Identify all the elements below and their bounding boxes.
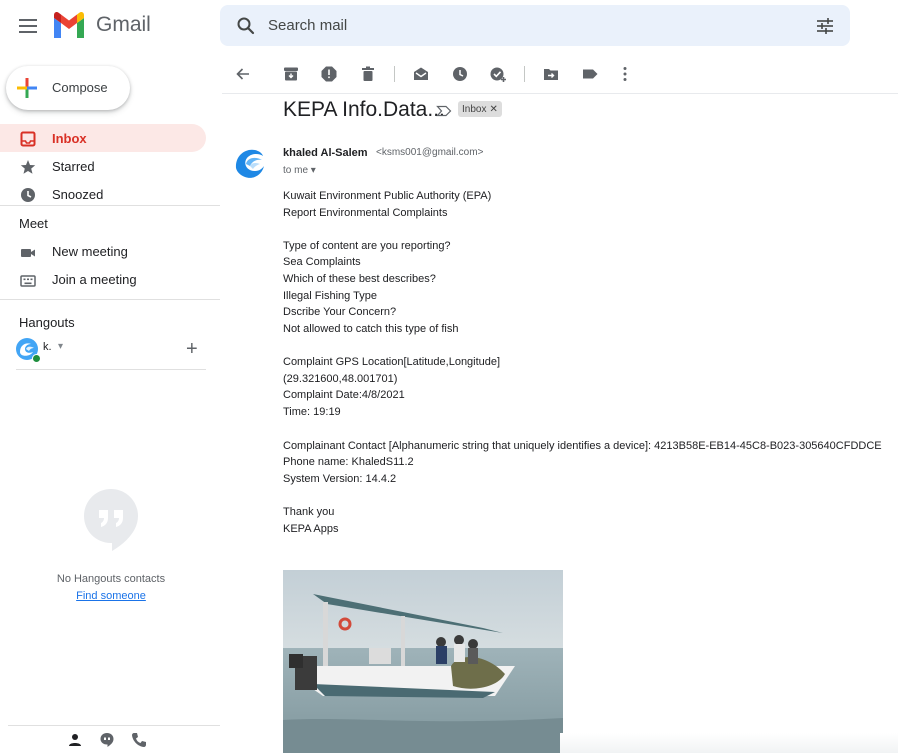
label-chip-text: Inbox [462, 103, 487, 115]
clock-icon [20, 187, 36, 203]
body-line: Which of these best describes? [283, 273, 436, 285]
hangouts-user-name: k. [43, 341, 52, 353]
video-camera-icon [20, 245, 36, 261]
report-spam-icon[interactable] [320, 65, 338, 83]
sidebar-divider [0, 299, 220, 300]
back-arrow-icon[interactable] [234, 65, 252, 83]
more-vert-icon[interactable] [616, 65, 634, 83]
phone-icon[interactable] [130, 731, 148, 749]
top-header: Gmail [0, 0, 898, 54]
keyboard-icon [20, 273, 36, 289]
compose-label: Compose [52, 80, 108, 95]
chevron-down-icon[interactable]: ▾ [58, 341, 63, 352]
body-line: Complainant Contact [Alphanumeric string… [283, 440, 882, 452]
add-task-icon[interactable] [489, 65, 507, 83]
mark-unread-icon[interactable] [412, 65, 430, 83]
body-line: Illegal Fishing Type [283, 290, 377, 302]
archive-icon[interactable] [282, 65, 300, 83]
toolbar-divider [524, 66, 525, 82]
body-line: Complaint GPS Location[Latitude,Longitud… [283, 356, 501, 368]
delete-icon[interactable] [359, 65, 377, 83]
no-hangouts-contacts-text: No Hangouts contacts [56, 573, 166, 585]
body-line: KEPA Apps [283, 523, 339, 535]
search-options-icon[interactable] [816, 17, 834, 35]
sender-email: <ksms001@gmail.com> [376, 147, 484, 158]
hangouts-chat-icon[interactable] [98, 731, 116, 749]
join-meeting-item[interactable]: Join a meeting [0, 266, 206, 294]
sidebar-item-inbox[interactable]: Inbox [0, 124, 206, 152]
body-line: Time: 19:19 [283, 406, 341, 418]
body-line: Kuwait Environment Public Authority (EPA… [283, 190, 492, 202]
sidebar-divider [8, 725, 220, 726]
new-meeting-item[interactable]: New meeting [0, 238, 206, 266]
search-bar[interactable] [220, 5, 850, 46]
sender-name: khaled Al-Salem [283, 147, 368, 159]
app-name: Gmail [96, 13, 151, 36]
snooze-icon[interactable] [451, 65, 469, 83]
hangouts-section-title: Hangouts [19, 315, 75, 330]
search-icon[interactable] [236, 16, 256, 36]
find-someone-link[interactable]: Find someone [0, 590, 222, 602]
message-subject: KEPA Info.Data... [283, 98, 445, 121]
move-to-icon[interactable] [542, 65, 560, 83]
compose-button[interactable]: Compose [6, 66, 130, 110]
star-icon [20, 159, 36, 175]
sidebar-item-label: Snoozed [52, 187, 104, 202]
body-line: Complaint Date:4/8/2021 [283, 389, 405, 401]
inbox-icon [20, 131, 36, 147]
remove-label-icon[interactable]: ✕ [489, 104, 497, 115]
hangouts-bubble-icon [84, 489, 138, 551]
meet-item-label: New meeting [52, 244, 128, 259]
search-input[interactable] [268, 5, 788, 46]
meet-item-label: Join a meeting [52, 272, 137, 287]
importance-marker-icon[interactable] [436, 103, 452, 119]
recipient-text: to me [283, 165, 309, 176]
inbox-label-chip[interactable]: Inbox ✕ [458, 101, 502, 117]
compose-plus-icon [15, 76, 39, 100]
person-icon[interactable] [66, 731, 84, 749]
sidebar-item-label: Inbox [52, 131, 87, 146]
label-icon[interactable] [581, 65, 599, 83]
body-line: Phone name: KhaledS11.2 [283, 456, 414, 468]
page-bottom-shadow [560, 733, 898, 753]
body-line: Sea Complaints [283, 256, 361, 268]
recipient-details-toggle[interactable]: to me ▾ [283, 165, 316, 176]
hamburger-menu-icon[interactable] [14, 12, 42, 40]
chevron-down-icon: ▾ [310, 165, 316, 176]
add-contact-icon[interactable]: + [186, 338, 198, 360]
body-line: System Version: 14.4.2 [283, 473, 397, 485]
attachment-image[interactable] [283, 570, 563, 753]
body-line: Type of content are you reporting? [283, 240, 451, 252]
hangouts-user[interactable]: k. ▾ + [16, 338, 206, 364]
body-line: Report Environmental Complaints [283, 207, 448, 219]
sidebar-item-starred[interactable]: Starred [0, 152, 206, 180]
body-line: Dscribe Your Concern? [283, 306, 397, 318]
online-status-dot [32, 354, 41, 363]
sidebar-item-snoozed[interactable]: Snoozed [0, 180, 206, 208]
gmail-logo[interactable]: Gmail [52, 12, 151, 38]
message-toolbar [222, 54, 898, 94]
sidebar-divider [16, 369, 206, 370]
meet-section-title: Meet [19, 216, 48, 231]
body-line: Not allowed to catch this type of fish [283, 323, 459, 335]
sidebar-divider [0, 205, 220, 206]
hangouts-bottom-bar [60, 731, 160, 751]
sender-avatar[interactable] [231, 144, 269, 182]
body-line: (29.321600,48.001701) [283, 373, 398, 385]
toolbar-divider [394, 66, 395, 82]
body-line: Thank you [283, 506, 335, 518]
mail-nav: Inbox Starred Snoozed [0, 124, 206, 208]
sidebar-item-label: Starred [52, 159, 95, 174]
gmail-m-icon [54, 12, 84, 38]
